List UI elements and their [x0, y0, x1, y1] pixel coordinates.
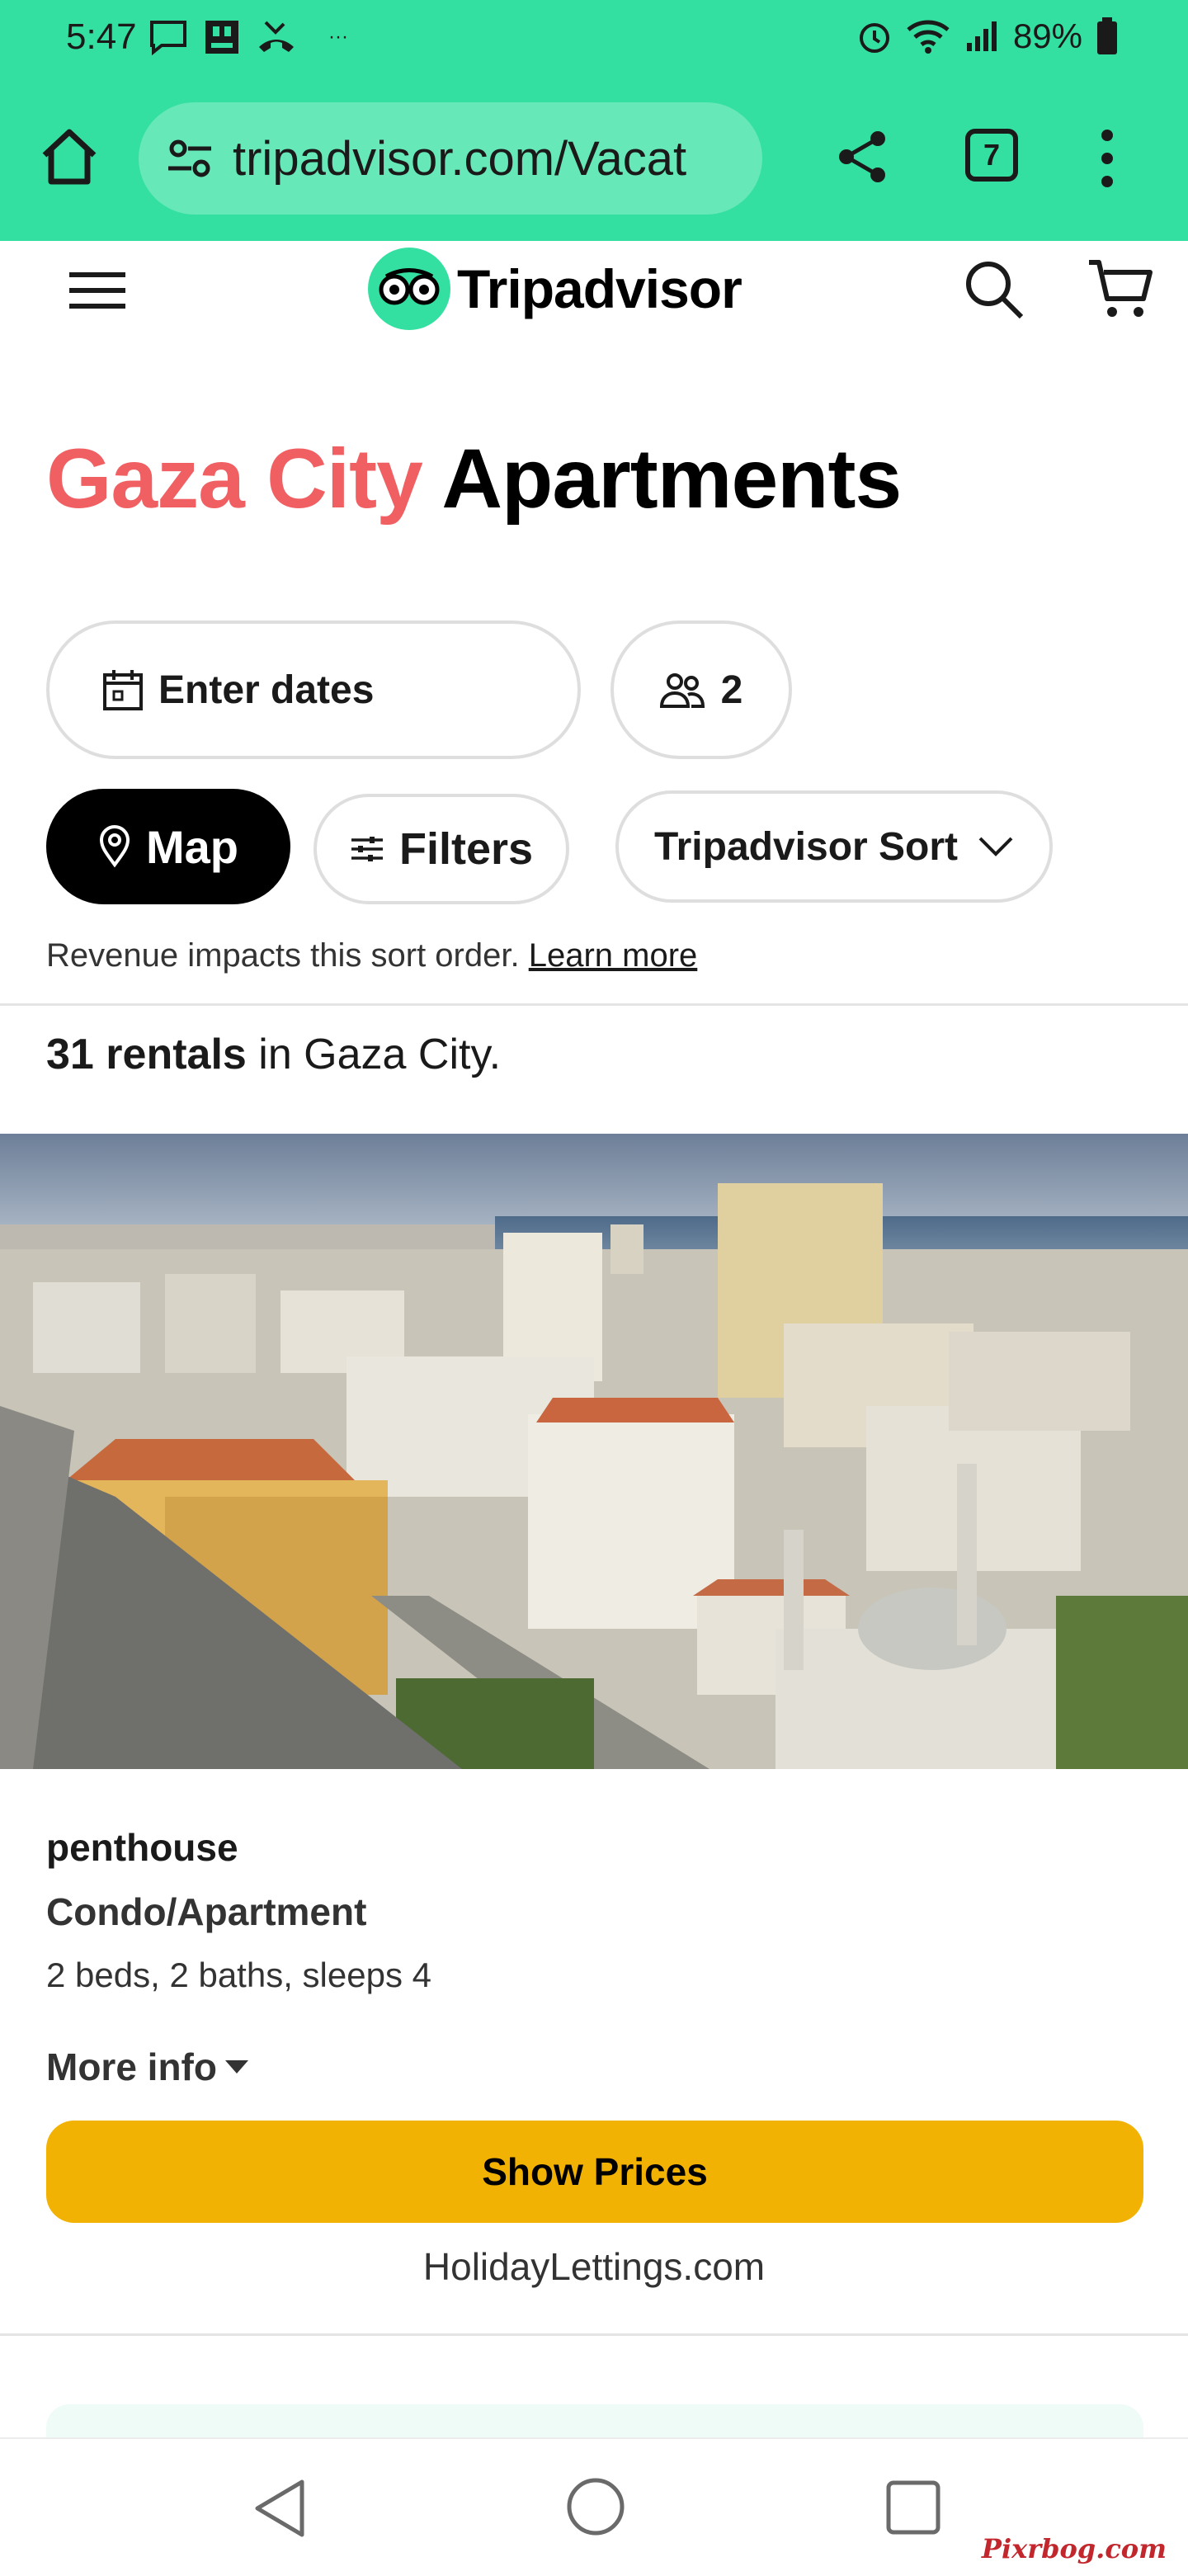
filters-label: Filters [398, 824, 534, 874]
page-title: Gaza City Apartments [46, 431, 902, 527]
alarm-icon [859, 23, 889, 53]
enter-dates-button[interactable]: Enter dates [46, 620, 581, 759]
address-bar[interactable]: tripadvisor.com/Vacat [139, 102, 762, 215]
recent-apps-icon[interactable] [886, 2480, 940, 2535]
title-city: Gaza City [46, 432, 423, 526]
enter-dates-label: Enter dates [158, 668, 375, 712]
tab-switcher-button[interactable]: 7 [965, 129, 1018, 182]
status-time: 5:47 [66, 17, 137, 57]
title-rest: Apartments [441, 432, 902, 526]
learn-more-link[interactable]: Learn more [529, 937, 698, 974]
divider [0, 2333, 1188, 2336]
site-header: Tripadvisor [0, 243, 1188, 333]
battery-percent: 89% [1012, 17, 1082, 55]
rentals-count-suffix: in Gaza City. [258, 1031, 502, 1078]
guests-button[interactable]: 2 [610, 620, 792, 759]
browser-chrome: 5:47 ··· 89% tripadvisor.com/Vacat 7 [0, 0, 1188, 241]
more-info-label: More info [46, 2045, 217, 2088]
overflow-menu-icon[interactable] [1089, 125, 1125, 191]
more-dots-icon: ··· [328, 26, 348, 48]
battery-icon [1097, 17, 1117, 54]
message-icon [150, 21, 186, 55]
chevron-down-icon [978, 837, 1013, 856]
map-label: Map [146, 820, 238, 873]
url-toolbar: tripadvisor.com/Vacat 7 [0, 91, 1188, 223]
guests-icon [659, 673, 705, 708]
divider [0, 1003, 1188, 1006]
system-icons: 89% [856, 17, 1119, 56]
cart-icon[interactable] [1087, 256, 1153, 322]
tripadvisor-logo[interactable]: Tripadvisor [368, 248, 742, 330]
sort-disclaimer: Revenue impacts this sort order. Learn m… [46, 937, 697, 974]
rentals-count: 31 rentals in Gaza City. [46, 1030, 501, 1079]
map-button[interactable]: Map [46, 789, 290, 904]
revenue-note: Revenue impacts this sort order. [46, 937, 520, 974]
status-bar: 5:47 ··· 89% [0, 0, 1188, 79]
home-circle-icon[interactable] [566, 2477, 625, 2536]
caret-down-icon [224, 2060, 248, 2074]
back-icon[interactable] [251, 2477, 310, 2540]
calendar-icon [103, 670, 143, 710]
share-icon[interactable] [833, 127, 893, 186]
wifi-icon [907, 20, 950, 54]
more-info-toggle[interactable]: More info [46, 2045, 248, 2089]
url-text[interactable]: tripadvisor.com/Vacat [233, 131, 686, 186]
system-nav-bar: Pixrbog.com [0, 2437, 1188, 2576]
hamburger-menu-icon[interactable] [69, 271, 125, 310]
rentals-count-number: 31 rentals [46, 1031, 247, 1078]
home-icon[interactable] [36, 124, 102, 190]
filters-button[interactable]: Filters [314, 794, 569, 904]
site-settings-icon[interactable] [163, 132, 216, 185]
sim-icon [205, 21, 238, 54]
missed-call-icon [259, 21, 294, 52]
sort-label: Tripadvisor Sort [653, 824, 959, 869]
listing-specs: 2 beds, 2 baths, sleeps 4 [46, 1956, 431, 1994]
listing-name[interactable]: penthouse [46, 1825, 238, 1870]
owl-logo-icon [368, 248, 450, 330]
show-prices-button[interactable]: Show Prices [46, 2121, 1143, 2223]
sort-dropdown[interactable]: Tripadvisor Sort [615, 790, 1053, 903]
watermark: Pixrbog.com [981, 2533, 1167, 2564]
signal-icon [966, 21, 997, 51]
search-icon[interactable] [962, 257, 1025, 320]
listing-type: Condo/Apartment [46, 1890, 367, 1933]
provider-name: HolidayLettings.com [422, 2245, 766, 2288]
filters-icon [351, 837, 383, 861]
guests-count: 2 [720, 668, 743, 712]
notification-icons: ··· [148, 18, 348, 56]
listing-photo[interactable] [0, 1134, 1188, 1769]
logo-text: Tripadvisor [457, 258, 742, 319]
map-pin-icon [99, 825, 130, 868]
